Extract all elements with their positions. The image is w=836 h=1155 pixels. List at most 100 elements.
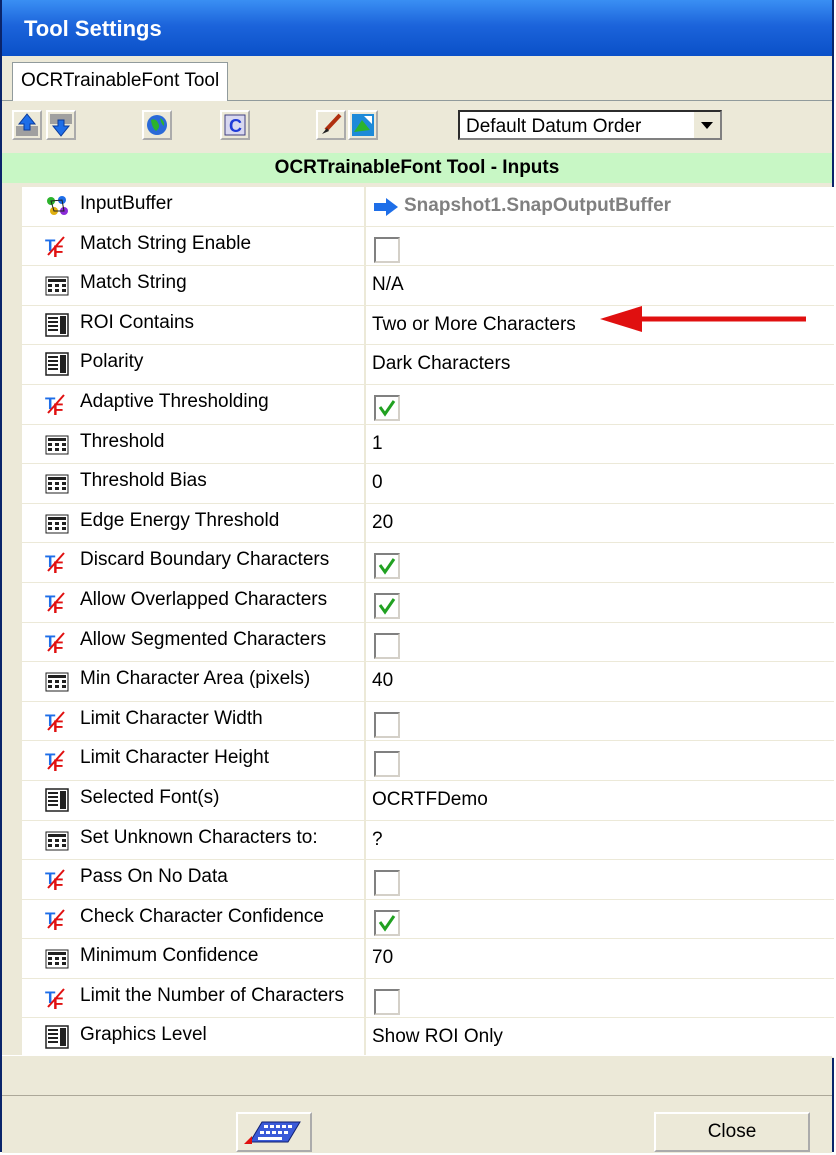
property-checkbox[interactable] xyxy=(374,394,400,421)
globe-button[interactable] xyxy=(142,110,172,140)
property-label: Check Character Confidence xyxy=(80,905,324,927)
property-checkbox[interactable] xyxy=(374,988,400,1015)
property-value: 1 xyxy=(372,432,383,454)
move-down-button[interactable] xyxy=(46,110,76,140)
property-row[interactable]: T F Check Character Confidence xyxy=(22,899,834,940)
numeric-icon xyxy=(44,470,70,496)
property-row[interactable]: T F Pass On No Data xyxy=(22,860,834,900)
property-value-cell[interactable] xyxy=(370,543,834,582)
tab-ocr-trainable-font-tool[interactable]: OCRTrainableFont Tool xyxy=(12,62,229,101)
property-label-cell: T F Discard Boundary Characters xyxy=(22,543,366,582)
property-value-cell[interactable]: Show ROI Only xyxy=(370,1018,834,1057)
property-row[interactable]: Threshold 1 xyxy=(22,424,834,465)
property-value-cell[interactable]: Snapshot1.SnapOutputBuffer xyxy=(370,187,834,226)
property-row[interactable]: Selected Font(s) OCRTFDemo xyxy=(22,780,834,821)
property-row[interactable]: T F Limit Character Height xyxy=(22,741,834,781)
property-label-cell: Threshold Bias xyxy=(22,464,366,503)
property-row[interactable]: Edge Energy Threshold 20 xyxy=(22,503,834,544)
property-value-cell[interactable] xyxy=(370,979,834,1018)
property-checkbox[interactable] xyxy=(374,592,400,619)
property-row[interactable]: T F Allow Segmented Characters xyxy=(22,622,834,663)
property-value-cell[interactable]: ? xyxy=(370,821,834,860)
property-value: Dark Characters xyxy=(372,353,511,375)
property-label: Minimum Confidence xyxy=(80,945,259,967)
tab-strip: OCRTrainableFont Tool xyxy=(2,56,832,101)
keyboard-button[interactable] xyxy=(236,1112,312,1152)
paint-brush-icon xyxy=(322,113,342,134)
property-row[interactable]: T F Limit the Number of Characters xyxy=(22,978,834,1019)
property-row[interactable]: Polarity Dark Characters xyxy=(22,345,834,385)
property-value-cell[interactable] xyxy=(370,623,834,662)
property-label-cell: Polarity xyxy=(22,345,366,384)
globe-icon xyxy=(147,115,167,135)
property-value-cell[interactable]: N/A xyxy=(370,266,834,305)
property-checkbox[interactable] xyxy=(374,236,400,263)
numeric-icon xyxy=(44,510,70,536)
property-label: Limit Character Height xyxy=(80,747,270,769)
property-value-cell[interactable] xyxy=(370,860,834,899)
property-row[interactable]: Graphics Level Show ROI Only xyxy=(22,1018,834,1059)
tf-icon: TF xyxy=(44,391,70,419)
red-arrow-icon xyxy=(600,306,806,332)
property-label: Match String Enable xyxy=(80,232,252,254)
datum-order-select[interactable]: Default Datum Order xyxy=(458,110,722,140)
property-value-cell[interactable]: 20 xyxy=(370,504,834,543)
brush-button[interactable] xyxy=(316,110,346,140)
property-row[interactable]: T F Allow Overlapped Characters xyxy=(22,582,834,623)
property-value: Two or More Characters xyxy=(372,313,576,335)
move-up-button[interactable] xyxy=(12,110,42,140)
image-edit-button[interactable] xyxy=(348,110,378,140)
close-button-label: Close xyxy=(707,1121,757,1142)
property-label: Allow Segmented Characters xyxy=(80,628,327,650)
property-value-cell[interactable] xyxy=(370,227,834,266)
property-value-cell[interactable] xyxy=(370,702,834,741)
check-icon xyxy=(378,598,396,615)
property-row[interactable]: T F Discard Boundary Characters xyxy=(22,543,834,583)
property-label-cell: InputBuffer xyxy=(22,187,366,226)
property-value-cell[interactable]: 0 xyxy=(370,464,834,503)
property-checkbox[interactable] xyxy=(374,711,400,738)
list-icon xyxy=(44,787,70,813)
property-value-cell[interactable]: 70 xyxy=(370,939,834,978)
property-label-cell: Threshold xyxy=(22,424,366,464)
property-label: Polarity xyxy=(80,351,144,373)
property-value-cell[interactable]: Dark Characters xyxy=(370,345,834,384)
property-value-cell[interactable] xyxy=(370,583,834,622)
chevron-down-icon[interactable] xyxy=(692,112,720,138)
property-row[interactable]: T F Adaptive Thresholding xyxy=(22,384,834,425)
property-row[interactable]: T F Match String Enable xyxy=(22,226,834,267)
property-label: Allow Overlapped Characters xyxy=(80,588,328,610)
property-label: Match String xyxy=(80,272,187,294)
property-label: Limit Character Width xyxy=(80,707,263,729)
property-label-cell: T F Match String Enable xyxy=(22,226,366,266)
check-icon xyxy=(378,400,396,417)
property-label-cell: Set Unknown Characters to: xyxy=(22,820,366,860)
property-value-cell[interactable] xyxy=(370,900,834,939)
property-label: ROI Contains xyxy=(80,311,195,333)
property-row[interactable]: Minimum Confidence 70 xyxy=(22,939,834,979)
property-checkbox[interactable] xyxy=(374,632,400,659)
property-row[interactable]: Min Character Area (pixels) 40 xyxy=(22,662,834,702)
property-label: Threshold xyxy=(80,430,165,452)
c-button[interactable]: C xyxy=(220,110,250,140)
property-value-cell[interactable]: 1 xyxy=(370,425,834,464)
property-label-cell: Selected Font(s) xyxy=(22,780,366,820)
close-button[interactable]: Close xyxy=(654,1112,810,1152)
property-label-cell: Min Character Area (pixels) xyxy=(22,662,366,701)
property-value: Snapshot1.SnapOutputBuffer xyxy=(404,195,672,216)
property-value-cell[interactable] xyxy=(370,741,834,780)
property-row[interactable]: Set Unknown Characters to:? xyxy=(22,820,834,861)
property-checkbox[interactable] xyxy=(374,909,400,936)
property-checkbox[interactable] xyxy=(374,751,400,778)
title-bar[interactable]: Tool Settings xyxy=(2,0,832,56)
property-label-cell: Minimum Confidence xyxy=(22,939,366,978)
property-label: InputBuffer xyxy=(80,193,173,214)
property-row[interactable]: Threshold Bias 0 xyxy=(22,464,834,504)
property-value-cell[interactable]: OCRTFDemo xyxy=(370,781,834,820)
property-checkbox[interactable] xyxy=(374,870,400,897)
property-row[interactable]: T F Limit Character Width xyxy=(22,701,834,742)
property-value-cell[interactable] xyxy=(370,385,834,424)
property-row[interactable]: InputBuffer Snapshot1.SnapOutputBuffer xyxy=(22,187,834,227)
property-checkbox[interactable] xyxy=(374,553,400,580)
property-value-cell[interactable]: 40 xyxy=(370,662,834,701)
